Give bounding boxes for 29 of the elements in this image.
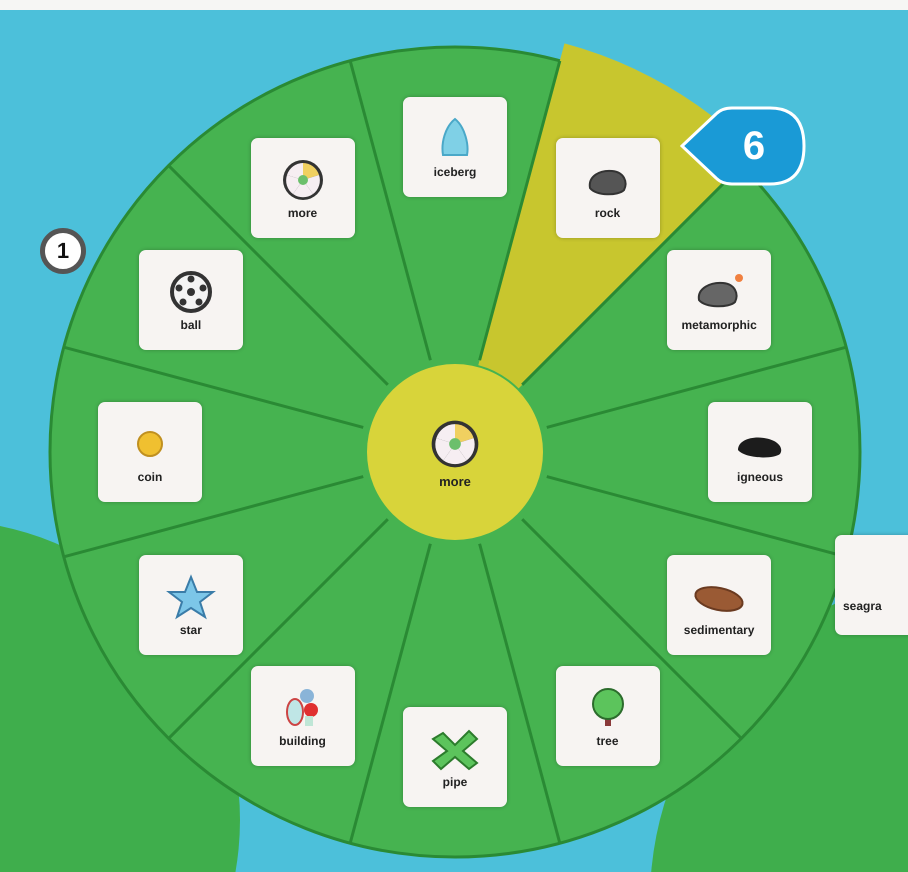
menu-tile[interactable]: rock [556, 138, 660, 238]
rock-icon [698, 274, 744, 307]
menu-tile[interactable]: igneous [708, 402, 812, 502]
menu-tile[interactable]: more [250, 138, 354, 238]
rock-icon [738, 438, 782, 458]
step-callout: 6 [680, 104, 808, 188]
star-icon [166, 574, 216, 619]
menu-tile[interactable]: star [138, 554, 243, 654]
menu-tile[interactable]: building [250, 666, 354, 766]
tree-icon [592, 688, 624, 726]
stone-icon [694, 586, 744, 612]
menu-tile[interactable]: ball [138, 250, 243, 350]
menu-tile[interactable]: tree [556, 666, 660, 766]
menu-tile[interactable]: iceberg [403, 97, 507, 197]
partial-tile[interactable]: seagra [835, 535, 908, 635]
more-icon [432, 420, 478, 467]
menu-tile[interactable]: metamorphic [667, 250, 772, 350]
tile-label: seagra [843, 599, 882, 613]
iceberg-icon [442, 118, 468, 156]
menu-tile[interactable]: coin [98, 402, 202, 502]
coin-icon [137, 431, 163, 457]
figures-icon [286, 689, 318, 726]
step-badge: 1 [40, 228, 86, 274]
pipe-icon [431, 730, 479, 770]
rock-icon [588, 170, 626, 196]
more-icon [282, 160, 322, 200]
ball-icon [170, 270, 212, 312]
menu-tile[interactable]: sedimentary [667, 554, 772, 654]
menu-tile[interactable]: pipe [403, 707, 507, 807]
